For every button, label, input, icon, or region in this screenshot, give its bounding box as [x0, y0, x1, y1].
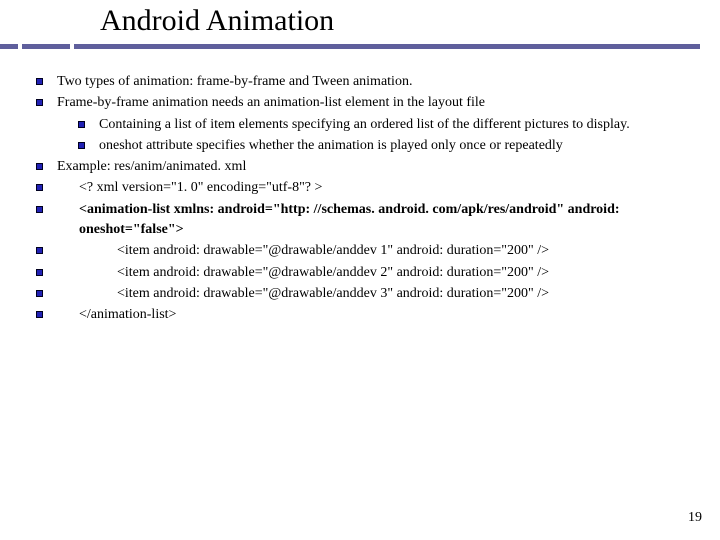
bullet-icon [78, 142, 85, 149]
slide-title: Android Animation [100, 4, 334, 38]
code-line-bold: <animation-list xmlns: android="http: //… [57, 200, 712, 241]
code-line: <? xml version="1. 0" encoding="utf-8"? … [57, 178, 712, 198]
bullet-icon [36, 206, 43, 213]
bullet-icon [36, 290, 43, 297]
code-line: <item android: drawable="@drawable/andde… [57, 263, 712, 283]
bullet-icon [36, 311, 43, 318]
code-line: <item android: drawable="@drawable/andde… [57, 284, 712, 304]
body-line: Example: res/anim/animated. xml [57, 157, 712, 177]
code-line: </animation-list> [57, 305, 712, 325]
bullet-icon [36, 99, 43, 106]
body-line: Two types of animation: frame-by-frame a… [57, 72, 712, 92]
body-subline: Containing a list of item elements speci… [99, 115, 712, 135]
oneshot-desc: attribute specifies whether the animatio… [143, 138, 563, 153]
title-accent-3 [74, 44, 100, 49]
bullet-icon [36, 269, 43, 276]
title-underline [100, 44, 700, 49]
code-line: <item android: drawable="@drawable/andde… [57, 241, 712, 261]
bullet-icon [36, 247, 43, 254]
title-accent-1 [0, 44, 18, 49]
page-number: 19 [688, 510, 702, 526]
body-line: Frame-by-frame animation needs an animat… [57, 93, 712, 113]
oneshot-keyword: oneshot [99, 138, 143, 153]
bullet-icon [36, 184, 43, 191]
title-accent-2 [22, 44, 70, 49]
body-subline: oneshot attribute specifies whether the … [99, 136, 712, 156]
bullet-icon [78, 121, 85, 128]
slide-body: Two types of animation: frame-by-frame a… [36, 72, 712, 327]
bullet-icon [36, 78, 43, 85]
bullet-icon [36, 163, 43, 170]
